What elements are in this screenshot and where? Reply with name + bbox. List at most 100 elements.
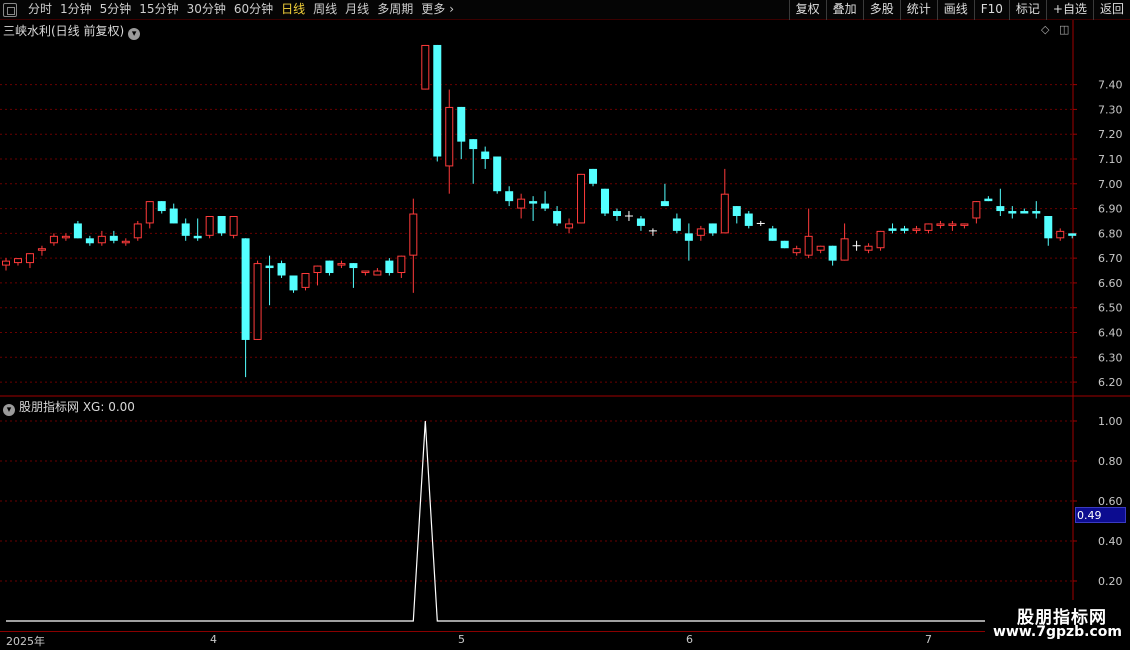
watermark-url: www.7gpzb.com xyxy=(993,624,1123,640)
candle-body xyxy=(217,216,226,234)
candle-body xyxy=(912,228,921,231)
candle-body xyxy=(864,245,873,251)
candle-body xyxy=(361,270,370,274)
candle-body xyxy=(253,263,262,340)
candle-body xyxy=(672,218,681,231)
candle-body xyxy=(121,240,130,244)
candle-body xyxy=(696,228,705,236)
candle-body xyxy=(1044,216,1053,239)
watermark: 股朋指标网 www.7gpzb.com xyxy=(985,600,1130,644)
candle-body xyxy=(636,218,645,226)
xg-series-line xyxy=(6,420,1073,622)
candle-body xyxy=(445,106,454,167)
candle-body xyxy=(589,168,598,184)
candle-body xyxy=(1032,211,1041,214)
candle-body xyxy=(241,238,250,340)
candle-body xyxy=(277,263,286,276)
y-tick-label: 6.40 xyxy=(1098,327,1123,340)
y-tick-label: 6.70 xyxy=(1098,252,1123,265)
candle-body xyxy=(37,248,46,251)
y-tick-label: 6.90 xyxy=(1098,203,1123,216)
candle-body xyxy=(49,235,58,244)
y-tick-label: 0.40 xyxy=(1098,535,1123,548)
candle-body xyxy=(409,213,418,256)
candle-body xyxy=(61,235,70,239)
candle-body xyxy=(984,198,993,202)
candle-body xyxy=(876,230,885,249)
candle-body xyxy=(85,238,94,244)
candle-body xyxy=(265,265,274,269)
candle-body xyxy=(25,253,34,264)
candle-body xyxy=(421,44,430,90)
y-tick-label: 6.80 xyxy=(1098,227,1123,240)
candle-body xyxy=(936,223,945,226)
candle-body xyxy=(996,206,1005,212)
candle-body xyxy=(612,211,621,216)
candle-body xyxy=(948,223,957,226)
candle-body xyxy=(133,223,142,239)
y-tick-label: 7.10 xyxy=(1098,153,1123,166)
scale-readout-box: 0.49 xyxy=(1075,507,1126,523)
candle-body xyxy=(744,213,753,226)
candle-body xyxy=(708,223,717,234)
candle-body xyxy=(900,228,909,231)
y-tick-label: 7.30 xyxy=(1098,103,1123,116)
y-tick-label: 0.20 xyxy=(1098,575,1123,588)
candle-body xyxy=(169,208,178,224)
candle-body xyxy=(529,201,538,204)
candle-body xyxy=(888,228,897,231)
candle-body xyxy=(577,173,586,224)
date-axis-label: 7 xyxy=(925,633,932,646)
candle-body xyxy=(301,273,310,288)
candle-body xyxy=(840,238,849,261)
candle-body xyxy=(145,201,154,224)
y-tick-label: 7.20 xyxy=(1098,128,1123,141)
candle-body xyxy=(457,106,466,142)
candle-body xyxy=(229,216,238,236)
candle-body xyxy=(337,263,346,266)
candle-body xyxy=(804,235,813,256)
candle-body xyxy=(1008,211,1017,214)
candle-body xyxy=(565,223,574,229)
candle-body xyxy=(289,275,298,291)
candle-body xyxy=(2,260,10,266)
candle-body xyxy=(780,240,789,249)
y-tick-label: 6.60 xyxy=(1098,277,1123,290)
candle-body xyxy=(720,193,729,234)
y-tick-label: 7.00 xyxy=(1098,178,1123,191)
date-axis: 2025年 4 5 6 7 xyxy=(0,631,1075,650)
candle-body xyxy=(109,235,118,241)
candle-body xyxy=(481,151,490,159)
candle-body xyxy=(541,203,550,209)
candle-body xyxy=(385,260,394,274)
candle-body xyxy=(660,201,669,207)
candle-body xyxy=(816,245,825,251)
y-tick-label: 0.80 xyxy=(1098,455,1123,468)
candle-body xyxy=(325,260,334,274)
candle-body xyxy=(469,139,478,150)
candle-body xyxy=(732,206,741,216)
candle-body xyxy=(157,201,166,212)
date-axis-label: 6 xyxy=(686,633,693,646)
candle-body xyxy=(924,223,933,231)
candle-body xyxy=(73,223,82,239)
candle-body xyxy=(601,188,609,214)
date-axis-label: 5 xyxy=(458,633,465,646)
candle-body xyxy=(505,191,514,202)
y-tick-label: 6.20 xyxy=(1098,376,1123,389)
candle-body xyxy=(684,233,693,241)
scale-readout: 0.49 xyxy=(1077,509,1102,522)
y-tick-label: 1.00 xyxy=(1098,415,1123,428)
y-tick-label: 6.50 xyxy=(1098,302,1123,315)
date-axis-label: 2025年 xyxy=(6,635,45,648)
chart-canvas[interactable]: 7.40 7.30 7.20 7.10 7.00 6.90 6.80 6.70 6.60 6.50… xyxy=(0,0,1130,650)
y-tick-label: 6.30 xyxy=(1098,351,1123,364)
candle-body xyxy=(1068,233,1077,236)
candle-body xyxy=(828,245,837,261)
candle-body xyxy=(313,265,322,274)
candle-body xyxy=(181,223,190,236)
candle-body xyxy=(193,235,202,239)
candle-body xyxy=(972,201,981,219)
candle-body xyxy=(373,270,382,276)
candle-body xyxy=(960,223,969,226)
